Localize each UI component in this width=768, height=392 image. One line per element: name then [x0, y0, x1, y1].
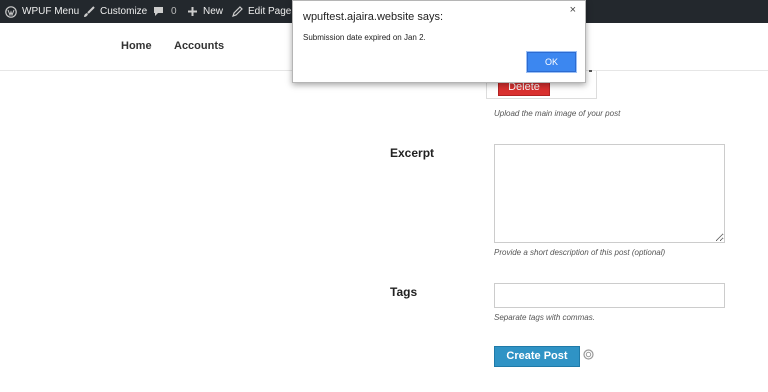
- tags-help-text: Separate tags with commas.: [494, 313, 595, 322]
- excerpt-help-text: Provide a short description of this post…: [494, 248, 666, 257]
- tags-input[interactable]: [494, 283, 725, 308]
- comment-icon: [154, 7, 163, 16]
- admin-bar-new[interactable]: New: [187, 0, 223, 23]
- loading-spinner-icon: [583, 349, 594, 360]
- create-post-button[interactable]: Create Post: [494, 346, 580, 367]
- nav-home-link[interactable]: Home: [121, 40, 152, 52]
- dialog-message: Submission date expired on Jan 2.: [303, 33, 426, 42]
- wordpress-icon: [5, 5, 17, 18]
- admin-bar-edit-page[interactable]: Edit Page: [232, 0, 291, 23]
- admin-bar-edit-page-label: Edit Page: [248, 6, 292, 17]
- excerpt-textarea[interactable]: [494, 144, 725, 243]
- admin-bar-customize-label: Customize: [100, 6, 148, 17]
- dialog-ok-button[interactable]: OK: [527, 52, 576, 72]
- plus-icon: [188, 7, 197, 16]
- image-box-edge: [589, 70, 592, 72]
- image-help-text: Upload the main image of your post: [494, 109, 621, 118]
- alert-dialog: wpuftest.ajaira.website says: × Submissi…: [292, 0, 586, 83]
- nav-accounts-link[interactable]: Accounts: [174, 40, 224, 52]
- admin-bar-site-label: WPUF Menu: [22, 6, 80, 17]
- admin-bar-site-menu[interactable]: WPUF Menu: [5, 0, 79, 23]
- dialog-close-icon[interactable]: ×: [570, 4, 576, 16]
- tags-label: Tags: [390, 285, 418, 299]
- dialog-title: wpuftest.ajaira.website says:: [303, 11, 444, 23]
- pencil-icon: [232, 6, 243, 17]
- comment-count: 0: [171, 6, 177, 17]
- admin-bar-new-label: New: [203, 6, 224, 17]
- admin-bar-comments[interactable]: 0: [153, 0, 177, 23]
- admin-bar-customize[interactable]: Customize: [83, 0, 147, 23]
- paintbrush-icon: [84, 5, 95, 17]
- excerpt-label: Excerpt: [390, 146, 435, 160]
